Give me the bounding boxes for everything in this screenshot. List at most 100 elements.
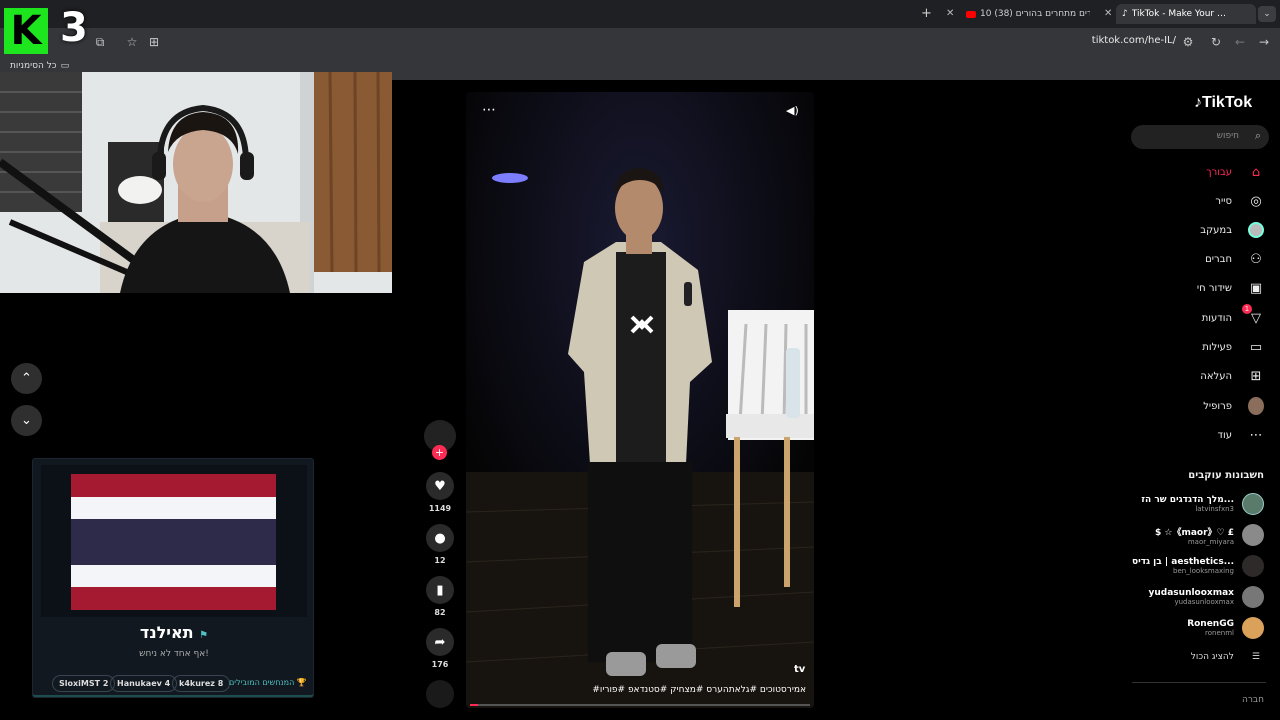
comment-count: 12 xyxy=(434,556,446,565)
nav-friends[interactable]: חברים ⚇ xyxy=(1205,249,1264,269)
stream-logo-number: 3 xyxy=(60,5,88,51)
address-bar[interactable]: tiktok.com/he-IL/ xyxy=(1080,35,1176,46)
volume-icon[interactable]: ◀) xyxy=(786,104,799,117)
webcam-image xyxy=(0,72,392,293)
save-count: 82 xyxy=(434,608,446,617)
more-options-icon[interactable]: ⋯ xyxy=(482,102,496,118)
chevron-down-icon: ⌄ xyxy=(21,413,32,428)
upload-icon: ⊞ xyxy=(1250,368,1262,384)
leader-score: 4 xyxy=(164,679,171,688)
site-settings-icon[interactable]: ⚙ xyxy=(1180,34,1196,50)
channel-watermark: tv xyxy=(794,664,806,675)
nav-more[interactable]: עוד ⋯ xyxy=(1218,425,1264,445)
avatar xyxy=(1242,586,1264,608)
search-placeholder: חיפוש xyxy=(1216,131,1239,141)
scroll-down-button[interactable]: ⌄ xyxy=(11,405,42,436)
leader-chip: k4kurez 8 xyxy=(172,675,231,692)
tiktok-logo-text: TikTok xyxy=(1202,94,1253,111)
nav-label: עבורך xyxy=(1206,166,1232,178)
following-account[interactable]: RonenGG ronenml xyxy=(1187,615,1264,641)
top-guessers-text: המנחשים המובילים xyxy=(229,678,295,687)
heart-icon[interactable]: ♥ xyxy=(426,472,454,500)
tab-youtube[interactable]: 10 ילדים מתחרים בהורים (38) xyxy=(960,4,1096,24)
close-tab-icon[interactable]: ✕ xyxy=(946,8,954,19)
browser-tab-bar: ♪ TikTok - Make Your Day(1) ✕ 10 ילדים מ… xyxy=(0,0,1280,28)
bookmark-icon[interactable]: ▮ xyxy=(426,576,454,604)
nav-following[interactable]: במעקב xyxy=(1200,220,1264,240)
see-all-link[interactable]: להציג הכול ☰ xyxy=(1191,652,1260,662)
following-account[interactable]: yudasunlooxmax yudasunlooxmax xyxy=(1149,584,1264,610)
all-bookmarks-label: כל הסימניות xyxy=(10,61,57,71)
home-icon: ⌂ xyxy=(1251,164,1261,180)
reload-icon[interactable]: ↻ xyxy=(1208,34,1224,50)
tiktok-logo[interactable]: ♪TikTok xyxy=(1194,94,1252,112)
messages-icon: ▽ 1 xyxy=(1242,304,1264,326)
nav-for-you[interactable]: עבורך ⌂ xyxy=(1206,162,1264,182)
bookmark-star-icon[interactable]: ☆ xyxy=(124,34,140,50)
activity-icon: ▭ xyxy=(1249,339,1263,355)
tab-tiktok[interactable]: ♪ TikTok - Make Your Day(1) xyxy=(1116,4,1256,24)
nav-label: העלאה xyxy=(1200,370,1232,382)
nav-explore[interactable]: סייר ◎ xyxy=(1215,191,1264,211)
flag-icon: ⚑ xyxy=(199,630,209,641)
avatar xyxy=(1242,617,1264,639)
account-name: מלך הדגדגים שר הז... xyxy=(1141,495,1234,505)
nav-upload[interactable]: העלאה ⊞ xyxy=(1200,366,1264,386)
nav-messages[interactable]: הודעות ▽ 1 xyxy=(1202,304,1264,328)
search-input[interactable]: חיפוש ⌕ xyxy=(1131,125,1269,149)
following-account[interactable]: $ ☆《maor》♡ £ maor_miyara xyxy=(1155,522,1264,548)
message-badge: 1 xyxy=(1242,304,1252,314)
guess-status: אף אחד לא ניחש! xyxy=(139,649,209,659)
music-disc-icon[interactable] xyxy=(426,680,454,708)
tab-title: TikTok - Make Your Day(1) xyxy=(1131,9,1232,19)
like-action[interactable]: ♥ 1149 xyxy=(426,472,454,513)
profile-icon xyxy=(1248,397,1264,415)
account-handle: ronenml xyxy=(1205,629,1234,637)
nav-label: סייר xyxy=(1215,195,1232,207)
tab-search-icon[interactable]: ⌄ xyxy=(1258,6,1276,22)
see-all-label: להציג הכול xyxy=(1190,652,1234,662)
nav-activity[interactable]: פעילות ▭ xyxy=(1202,337,1264,357)
avatar xyxy=(1242,524,1264,546)
stream-logo: K xyxy=(4,8,48,54)
follow-plus-icon[interactable]: + xyxy=(432,445,447,460)
following-account[interactable]: בן גדיס | aesthetics... ben_looksmaxing xyxy=(1132,553,1264,579)
youtube-favicon-icon xyxy=(966,10,976,18)
forward-icon[interactable]: ← xyxy=(1232,34,1248,50)
account-name: בן גדיס | aesthetics... xyxy=(1131,557,1234,567)
extensions-icon[interactable]: ⧉ xyxy=(92,34,108,50)
leader-chip: Hanukaev 4 xyxy=(110,675,178,692)
nav-label: שידור חי xyxy=(1196,282,1232,294)
share-icon[interactable]: ➦ xyxy=(426,628,454,656)
back-icon[interactable]: → xyxy=(1256,34,1272,50)
nav-live[interactable]: שידור חי ▣ xyxy=(1197,278,1264,298)
friends-icon: ⚇ xyxy=(1250,251,1262,267)
close-tab-icon[interactable]: ✕ xyxy=(1104,8,1112,19)
folder-icon: ▭ xyxy=(60,61,70,71)
company-link[interactable]: חברה xyxy=(1242,695,1264,705)
leader-chip: SloxiMST 2 xyxy=(52,675,116,692)
nav-label: חברים xyxy=(1205,253,1232,265)
nav-profile[interactable]: פרופיל xyxy=(1203,396,1264,416)
share-action[interactable]: ➦ 176 xyxy=(426,628,454,669)
account-name: RonenGG xyxy=(1187,619,1234,629)
video-player[interactable]: ⋯ ◀) tv xyxy=(466,92,814,708)
avatar xyxy=(1242,493,1264,515)
progress-track[interactable] xyxy=(470,704,810,706)
save-action[interactable]: ▮ 82 xyxy=(426,576,454,617)
comment-action[interactable]: ● 12 xyxy=(426,524,454,565)
video-caption: #אמירסטוכים #גלאתהערס #מצחיק #סטנדאפ #פו… xyxy=(592,685,806,695)
translate-icon[interactable]: ⊞ xyxy=(146,34,162,50)
tab-title: 10 ילדים מתחרים בהורים (38) xyxy=(980,9,1090,19)
top-guessers-label: המנחשים המובילים 🏆 xyxy=(229,678,307,687)
new-tab-button[interactable]: + xyxy=(921,6,932,21)
leader-name: SloxiMST xyxy=(59,679,101,688)
share-count: 176 xyxy=(431,660,449,669)
nav-label: פעילות xyxy=(1202,341,1232,353)
country-name: תאילנד ⚑ xyxy=(33,623,315,642)
following-account[interactable]: מלך הדגדגים שר הז... latvinsfxn3 xyxy=(1141,491,1264,517)
screen: { "stream_overlay":{"logo_letter":"K","l… xyxy=(0,0,1280,720)
comment-icon[interactable]: ● xyxy=(426,524,454,552)
all-bookmarks[interactable]: כל הסימניות ▭ xyxy=(10,61,69,71)
scroll-up-button[interactable]: ⌃ xyxy=(11,363,42,394)
